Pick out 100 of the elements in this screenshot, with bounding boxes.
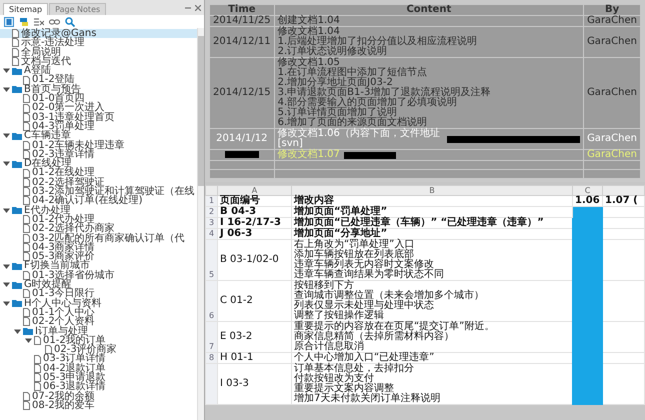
table-cell: I 03-3 (218, 364, 292, 404)
table-cell: 重要提示的内容放在在页尾“提交订单”附近。 商家信息精简（去掉所需材料内容） 原合计信息取消 (292, 322, 572, 352)
caret-icon[interactable] (14, 328, 21, 335)
content-text: 修改文档1.05 (278, 58, 340, 68)
close-icon[interactable] (195, 4, 201, 10)
row-number: 3 (206, 218, 218, 228)
page-item[interactable]: 全局说明 (0, 48, 197, 57)
author-text: GaraChen (587, 87, 637, 98)
page-item[interactable]: 05-3申请退款 (0, 372, 197, 382)
row-number: 6 (206, 280, 218, 322)
page-item[interactable]: 01-3选择省份城市 (0, 270, 197, 280)
content-text: 创建文档1.04 (278, 16, 341, 26)
table-cell: 页面编号 (218, 196, 292, 206)
author-text: GaraChen (587, 149, 637, 160)
sidebar-tab[interactable]: Sitemap (3, 3, 48, 15)
folder-item[interactable]: B首页与预告 (0, 84, 197, 94)
add-page-icon[interactable] (4, 16, 14, 26)
author-text: GaraChen (587, 15, 637, 26)
column-header: By (584, 4, 640, 16)
table-cell: 增改内容 (292, 196, 572, 206)
row-number: 4 (206, 228, 218, 240)
row-number: 2 (206, 206, 218, 218)
column-header: Content (274, 4, 584, 16)
table-cell: I 16-2/17-3 (218, 218, 292, 228)
folder-item[interactable]: C车辆违章 (0, 131, 197, 141)
folder-item[interactable]: E代办处理 (0, 206, 197, 215)
folder-item[interactable]: I订单与处理 (0, 326, 197, 336)
page-item[interactable]: 06-3退款详情 (0, 382, 197, 392)
page-item[interactable]: 03-3订单详情 (0, 354, 197, 364)
page-item[interactable]: 03-1违章处理首页 (0, 112, 197, 122)
page-item[interactable]: 01-3今日限行 (0, 289, 197, 299)
page-item[interactable]: 02-3评价商家 (0, 345, 197, 354)
list-icon[interactable] (34, 18, 44, 26)
caret-icon[interactable] (3, 300, 10, 307)
add-folder-icon[interactable] (19, 16, 29, 26)
folder-icon (12, 132, 22, 140)
page-item[interactable]: 02-2个人资料 (0, 317, 197, 326)
content-text: 5.订单详情页面增加了说明 (278, 108, 398, 118)
folder-item[interactable]: H个人中心与资料 (0, 298, 197, 308)
table-cell: 右上角改为“罚单处理”入口 添加车辆按钮放在列表底部 违章车辆列表无内容时文案修改 违章车辆查询结果为零时状态不同 (292, 240, 572, 280)
content-text: 4.部分需要输入的页面增加了必填项说明 (278, 98, 458, 108)
table-cell: 1.07 ( (602, 196, 644, 206)
page-item[interactable]: 01-2登陆 (0, 75, 197, 85)
page-item[interactable]: 示意-违法处理 (0, 38, 197, 48)
caret-icon[interactable] (3, 281, 10, 288)
page-item[interactable]: 02-0第一次进入 (0, 103, 197, 113)
date-text: 2014/1/12 (216, 133, 268, 144)
table-cell: B 03-1/02-0 (218, 240, 292, 280)
table-cell: 订单基本信息处，去掉扣分 付款按钮改为支付 重要提示文案内容调整 增加7天未付款关闭订单注释说明 (292, 364, 572, 404)
content-text: 1.在订单流程图中添加了短信节点 (278, 68, 428, 78)
content-text: 6.增加了页面的来源页面文档说明 (278, 118, 428, 128)
page-item[interactable]: 03-2匹配的所有商家确认订单（代 (0, 234, 197, 243)
caret-icon[interactable] (3, 132, 10, 140)
page-item[interactable]: 07-2我的余额 (0, 392, 197, 401)
content-text: 2.增加分享地址页面J03-2 (278, 78, 393, 88)
folder-icon (23, 327, 33, 336)
search-icon[interactable] (65, 16, 75, 26)
caret-icon[interactable] (3, 206, 10, 214)
column-letter[interactable]: C (572, 186, 602, 196)
page-item[interactable]: 01-2车辆未处理违章 (0, 140, 197, 150)
page-item[interactable]: 文档与迭代 (0, 56, 197, 66)
page-item[interactable]: 03-2添加驾驶证和计算驾驶证（在线 (0, 187, 197, 196)
date-text: 2014/11/25 (213, 15, 271, 26)
caret-icon[interactable] (25, 336, 32, 344)
page-item[interactable]: 04-2退款订单 (0, 364, 197, 373)
page-item[interactable]: 02-2选择代办商家 (0, 224, 197, 234)
page-item[interactable]: 01-2在线处理 (0, 168, 197, 178)
row-number: 1 (206, 196, 218, 206)
author-text: GaraChen (587, 133, 637, 144)
date-text: 2014/12/15 (213, 87, 271, 98)
link-icon[interactable] (49, 18, 60, 24)
page-item[interactable]: 04-2确认订单(在线处理) (0, 196, 197, 206)
folder-icon (12, 206, 22, 214)
folder-icon (12, 160, 22, 168)
folder-item[interactable]: G时效提醒 (0, 280, 197, 290)
table-cell: 个人中心增加入口“已处理违章” (292, 352, 572, 364)
folder-item[interactable]: F切换当前城市 (0, 261, 197, 271)
content-text: 3.申请退款页面B1-3增加了退款流程说明及注释 (278, 88, 492, 98)
row-number: 8 (206, 352, 218, 364)
table-cell: 增加页面“分享地址” (292, 228, 572, 240)
column-letter[interactable]: B (292, 186, 572, 196)
column-letter[interactable]: A (218, 186, 292, 196)
page-item[interactable]: 修改记录@Gans (0, 29, 197, 38)
page-item[interactable]: 01-1个人中心 (0, 308, 197, 318)
scrollbar[interactable] (197, 28, 204, 420)
caret-icon[interactable] (3, 67, 10, 74)
table-cell: H 01-1 (218, 352, 292, 364)
caret-icon[interactable] (3, 86, 10, 93)
date-text: 2014/12/11 (213, 36, 271, 47)
row-number: 7 (206, 322, 218, 352)
minimize-icon[interactable] (185, 4, 191, 10)
page-item[interactable]: 04-3商家详情 (0, 242, 197, 252)
caret-icon[interactable] (3, 160, 10, 168)
content-text: 修改文档1.06（内容下面，文件地址[svn] (278, 129, 441, 149)
page-item[interactable]: 08-2我的爱车 (0, 400, 197, 410)
caret-icon[interactable] (3, 262, 10, 270)
author-text: GaraChen (587, 36, 637, 47)
table-cell: J 06-3 (218, 228, 292, 240)
content-text: 修改文档1.07 (278, 150, 340, 160)
page-item[interactable]: 02-3违章详情 (0, 150, 197, 160)
